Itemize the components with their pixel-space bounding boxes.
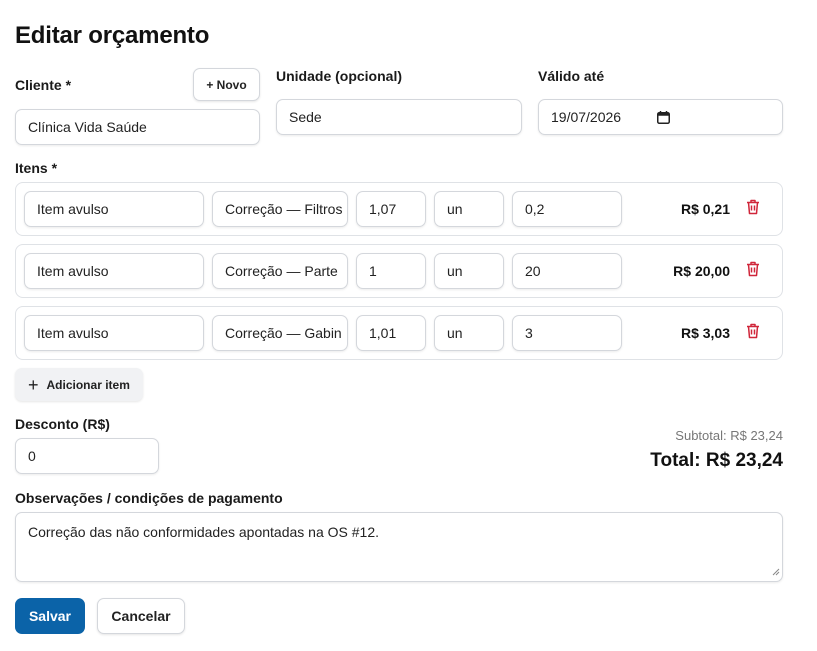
- cliente-label: Cliente *: [15, 77, 72, 93]
- itens-label: Itens *: [15, 160, 58, 176]
- item-row: Item avulso Correção — Gabin 1,01 un 3 R…: [15, 306, 783, 360]
- item-row: Item avulso Correção — Parte 1 un 20 R$ …: [15, 244, 783, 298]
- add-item-label: Adicionar item: [46, 377, 130, 392]
- cliente-input[interactable]: Clínica Vida Saúde: [15, 109, 260, 145]
- page-title: Editar orçamento: [15, 22, 210, 49]
- desconto-label: Desconto (R$): [15, 416, 110, 432]
- item-row: Item avulso Correção — Filtros 1,07 un 0…: [15, 182, 783, 236]
- item-total: R$ 3,03: [680, 325, 730, 341]
- item-unidade-input[interactable]: un: [434, 315, 504, 351]
- validade-date-input[interactable]: 19/07/2026: [538, 99, 783, 135]
- item-total: R$ 20,00: [673, 263, 730, 279]
- plus-icon: +: [28, 374, 39, 395]
- subtotal-text: Subtotal: R$ 23,24: [675, 428, 783, 443]
- validade-label: Válido até: [538, 68, 605, 84]
- item-preco-input[interactable]: 20: [512, 253, 622, 289]
- item-quantidade-input[interactable]: 1,01: [356, 315, 426, 351]
- item-preco-input[interactable]: 0,2: [512, 191, 622, 227]
- trash-icon[interactable]: [746, 261, 764, 281]
- item-tipo-select[interactable]: Item avulso: [24, 253, 204, 289]
- unidade-label: Unidade (opcional): [276, 68, 402, 84]
- resize-grip-icon[interactable]: [771, 563, 780, 579]
- validade-value: 19/07/2026: [551, 109, 622, 125]
- trash-icon[interactable]: [746, 323, 764, 343]
- observacoes-label: Observações / condições de pagamento: [15, 490, 283, 506]
- save-button[interactable]: Salvar: [15, 598, 85, 634]
- item-descricao-input[interactable]: Correção — Parte: [212, 253, 348, 289]
- item-descricao-input[interactable]: Correção — Gabin: [212, 315, 348, 351]
- cancel-button[interactable]: Cancelar: [97, 598, 185, 634]
- unidade-input[interactable]: Sede: [276, 99, 522, 135]
- item-unidade-input[interactable]: un: [434, 253, 504, 289]
- item-unidade-input[interactable]: un: [434, 191, 504, 227]
- item-quantidade-input[interactable]: 1: [356, 253, 426, 289]
- item-preco-input[interactable]: 3: [512, 315, 622, 351]
- desconto-input[interactable]: 0: [15, 438, 159, 474]
- item-quantidade-input[interactable]: 1,07: [356, 191, 426, 227]
- item-total: R$ 0,21: [680, 201, 730, 217]
- trash-icon[interactable]: [746, 199, 764, 219]
- item-tipo-select[interactable]: Item avulso: [24, 315, 204, 351]
- add-item-button[interactable]: + Adicionar item: [15, 368, 143, 401]
- observacoes-textarea[interactable]: Correção das não conformidades apontadas…: [15, 512, 783, 582]
- item-tipo-select[interactable]: Item avulso: [24, 191, 204, 227]
- observacoes-value: Correção das não conformidades apontadas…: [28, 524, 380, 540]
- novo-cliente-button[interactable]: + Novo: [193, 68, 260, 101]
- total-text: Total: R$ 23,24: [650, 450, 783, 471]
- calendar-icon[interactable]: [657, 111, 670, 127]
- item-descricao-input[interactable]: Correção — Filtros: [212, 191, 348, 227]
